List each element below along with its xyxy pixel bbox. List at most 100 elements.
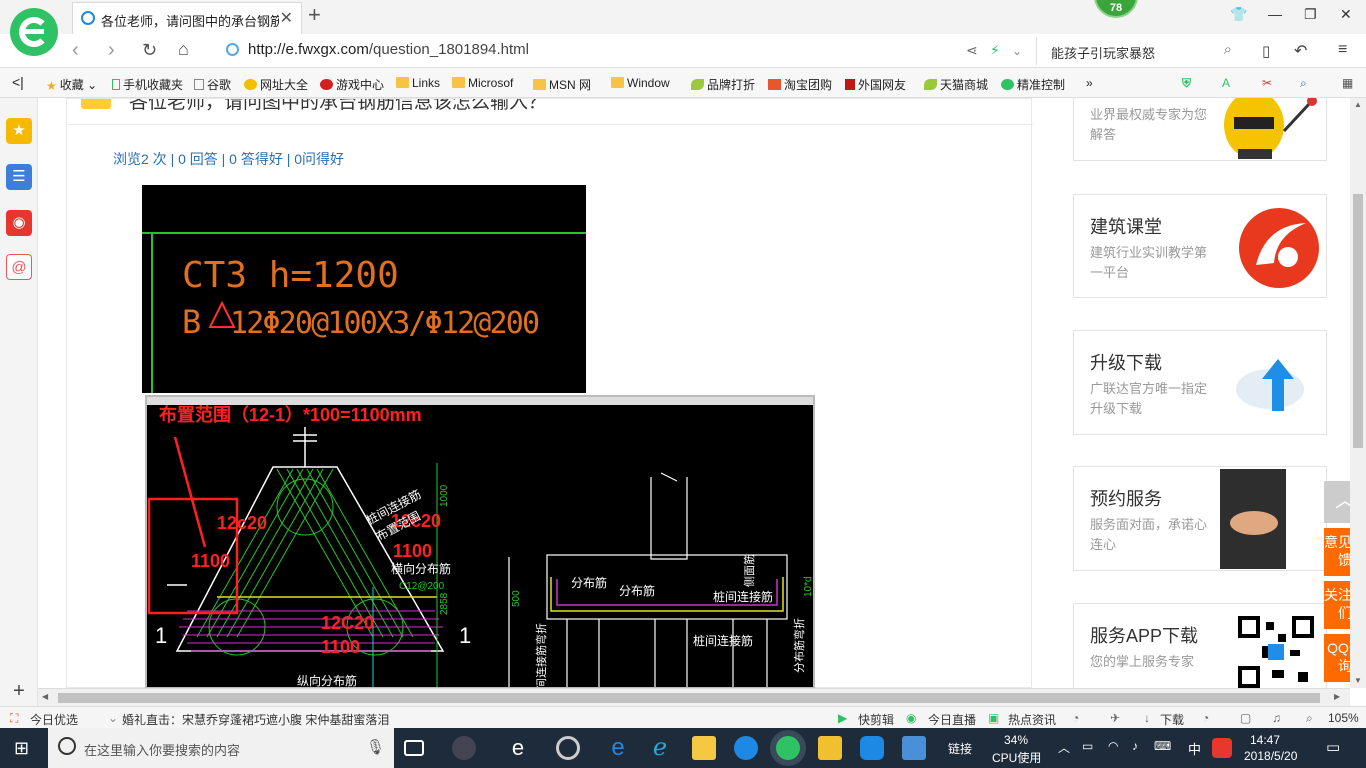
speed-icon[interactable]: ◔ (1072, 711, 1079, 725)
mail-icon[interactable]: @ (6, 254, 32, 280)
shirt-icon[interactable]: 👕 (1230, 6, 1247, 23)
reload-icon[interactable]: ↻ (142, 40, 157, 61)
share-icon[interactable]: ⋖ (966, 42, 978, 59)
spiral-app-icon[interactable] (556, 736, 580, 760)
mic-icon[interactable]: 🎙 (366, 738, 385, 756)
chevron-down-icon[interactable]: ⌄ (1012, 44, 1022, 58)
bookmarks-more[interactable]: » (1086, 76, 1093, 90)
restore-button[interactable]: ❐ (1304, 6, 1317, 23)
sound-icon[interactable]: ♫ (1272, 711, 1281, 725)
bookmark-microsoft[interactable]: Microsof (452, 76, 513, 90)
bookmark-favorites[interactable]: ★ 收藏 ⌄ (46, 76, 97, 93)
undo-icon[interactable]: ↶ (1294, 41, 1307, 61)
bookmark-game[interactable]: 游戏中心 (320, 76, 384, 93)
side-card-expert[interactable]: 业界最权威专家为您解答 (1073, 98, 1327, 161)
notification-badge[interactable]: 78 (1094, 0, 1138, 18)
notification-center-icon[interactable]: ▭ (1326, 738, 1340, 756)
zoom-icon[interactable]: ⌕ (1306, 711, 1313, 726)
sidebar-toggle-icon[interactable]: <| (12, 74, 24, 90)
notepad-icon[interactable] (818, 736, 842, 760)
grid-icon[interactable]: ▦ (1342, 76, 1353, 90)
plus-app-icon[interactable] (860, 736, 884, 760)
clock-date[interactable]: 2018/5/20 (1244, 749, 1297, 763)
vertical-scrollbar[interactable]: ▲ ▼ (1350, 98, 1366, 688)
mobile-icon[interactable]: ▯ (1262, 42, 1270, 60)
quick-clip-link[interactable]: 快剪辑 (858, 711, 894, 728)
forward-icon[interactable]: › (108, 39, 115, 62)
dial-icon[interactable]: ◔ (1202, 711, 1209, 725)
question-stats[interactable]: 浏览2 次 | 0 回答 | 0 答得好 | 0问得好 (113, 149, 344, 169)
bookmark-taobao[interactable]: 淘宝团购 (768, 76, 832, 93)
horizontal-scrollbar[interactable]: ◀ ▶ (38, 688, 1350, 706)
url-field[interactable]: http://e.fwxgx.com/question_1801894.html (248, 41, 529, 58)
bookmark-google[interactable]: 谷歌 (194, 76, 231, 93)
pin-icon[interactable]: ✈ (1110, 711, 1120, 725)
browser-logo-icon[interactable] (10, 8, 58, 56)
feedback-button[interactable]: 意见反馈 (1324, 528, 1350, 576)
search-input[interactable]: 能孩子引玩家暴怒 ⌕ (1036, 37, 1242, 65)
zoom-level[interactable]: 105% (1328, 711, 1359, 725)
scissors-icon[interactable]: ✂ (1262, 76, 1272, 90)
lightning-icon[interactable]: ⚡ (990, 42, 1000, 59)
tab-active[interactable]: 各位老师，请问图中的承台钢筋信 ✕ (72, 2, 302, 34)
scroll-right-icon[interactable]: ▶ (1334, 692, 1340, 701)
windows-start-icon[interactable]: ⊞ (14, 738, 29, 759)
back-icon[interactable]: ‹ (72, 39, 79, 62)
taskbar-search-input[interactable]: 在这里输入你要搜索的内容 🎙 (48, 728, 394, 768)
bookmark-hao[interactable]: 网址大全 (244, 76, 308, 93)
pinwheel-icon[interactable] (452, 736, 476, 760)
bookmark-mobile[interactable]: 手机收藏夹 (112, 76, 183, 93)
close-window-button[interactable]: ✕ (1340, 6, 1352, 23)
today-pick-icon[interactable]: ⛶ (10, 711, 18, 726)
scroll-down-icon[interactable]: ▼ (1354, 676, 1362, 685)
hot-news-link[interactable]: 热点资讯 (1008, 711, 1056, 728)
edge-icon[interactable]: e (606, 736, 630, 760)
browser-e-icon[interactable]: e (506, 736, 530, 760)
side-card-appointment[interactable]: 预约服务 服务面对面，承诺心连心 (1073, 466, 1327, 571)
bookmark-tmall[interactable]: 天猫商城 (924, 76, 988, 93)
bookmark-windows[interactable]: Window (611, 76, 670, 90)
home-icon[interactable]: ⌂ (178, 39, 189, 60)
side-card-upgrade[interactable]: 升级下载 广联达官方唯一指定升级下载 (1073, 330, 1327, 435)
new-tab-button[interactable]: + (308, 2, 321, 28)
scroll-up-icon[interactable]: ▲ (1354, 100, 1362, 109)
news-icon[interactable]: ☰ (6, 164, 32, 190)
wifi-icon[interactable]: ◠ (1108, 739, 1118, 753)
tab-close-icon[interactable]: ✕ (280, 8, 293, 28)
file-explorer-icon[interactable] (692, 736, 716, 760)
translate-icon[interactable]: A (1222, 76, 1230, 90)
bookmark-msn[interactable]: MSN 网 (533, 76, 591, 93)
bookmark-precise[interactable]: 精准控制 (1001, 76, 1065, 93)
calculator-app-icon[interactable] (902, 736, 926, 760)
keyboard-icon[interactable]: ⌨ (1154, 739, 1171, 753)
add-icon[interactable]: + (6, 678, 32, 704)
bookmark-brand[interactable]: 品牌打折 (691, 76, 755, 93)
side-card-app[interactable]: 服务APP下载 您的掌上服务专家 (1073, 603, 1327, 688)
scroll-left-icon[interactable]: ◀ (42, 692, 48, 701)
shield-icon[interactable]: ⛨ (1182, 76, 1191, 91)
horizontal-scroll-thumb[interactable] (58, 693, 1320, 703)
back-to-top-button[interactable]: ︿ (1324, 481, 1350, 523)
qq-consult-button[interactable]: QQ咨询 (1324, 634, 1350, 682)
weibo-icon[interactable]: ◉ (6, 210, 32, 236)
battery-icon[interactable]: ▭ (1082, 739, 1093, 753)
follow-us-button[interactable]: 关注我们 (1324, 581, 1350, 629)
bookmark-links[interactable]: Links (396, 76, 440, 90)
side-card-course[interactable]: 建筑课堂 建筑行业实训教学第一平台 (1073, 194, 1327, 298)
news-ticker[interactable]: 婚礼直击：宋慧乔穿蓬裙巧遮小腹 宋仲基甜蜜落泪 (122, 711, 389, 728)
ime-indicator[interactable]: 中 (1188, 739, 1201, 758)
vertical-scroll-thumb[interactable] (1353, 194, 1363, 448)
window-icon[interactable]: ▢ (1240, 711, 1251, 725)
download-icon[interactable]: ↓ (1144, 711, 1150, 725)
task-view-icon[interactable] (404, 740, 424, 756)
search-icon[interactable]: ⌕ (1224, 41, 1232, 58)
bookmark-foreign[interactable]: 外国网友 (845, 76, 906, 93)
ie-icon[interactable]: ℯ (648, 736, 672, 760)
star-icon[interactable]: ★ (6, 118, 32, 144)
cad-image-annotation[interactable]: CT3 h=1200 B 12Φ20@100X3/Φ12@200 (142, 185, 586, 393)
clock-time[interactable]: 14:47 (1250, 733, 1280, 747)
browser-active-icon[interactable] (776, 736, 800, 760)
magnifier-icon[interactable]: ⌕ (1300, 76, 1307, 91)
sogou-icon[interactable] (1212, 738, 1232, 758)
g-app-icon[interactable] (734, 736, 758, 760)
